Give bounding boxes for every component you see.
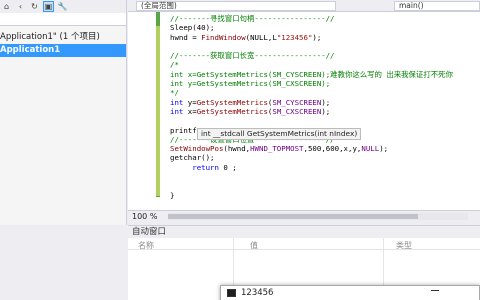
- code-token: );: [321, 106, 331, 116]
- code-token: NULL: [361, 144, 380, 154]
- code-token: Sleep(40);: [170, 23, 215, 33]
- code-token: ,500,600,x,y,: [303, 144, 362, 154]
- properties-icon[interactable]: 🔧: [57, 1, 68, 12]
- code-line[interactable]: /*: [170, 60, 453, 69]
- editor-margin: [128, 12, 164, 210]
- code-token: }: [170, 190, 175, 200]
- zoom-level[interactable]: 100 %: [132, 212, 157, 221]
- code-line[interactable]: int x=GetSystemMetrics(SM_CYSCREEN);难教你这…: [170, 70, 453, 79]
- code-token: int: [170, 97, 184, 107]
- code-line[interactable]: hwnd = FindWindow(NULL,L"123456");: [170, 33, 453, 42]
- code-line[interactable]: [170, 42, 453, 51]
- code-token: int y=GetSystemMetrics(SM_CXSCREEN);: [170, 79, 331, 89]
- solution-explorer-toolbar: ⌂ ‹ ↻ ▣ 🔧: [0, 0, 126, 13]
- code-token: SM_CYSCREEN: [272, 97, 322, 107]
- code-token: GetSystemMetrics: [196, 106, 268, 116]
- console-title: 123456: [241, 288, 274, 298]
- code-token: int: [170, 106, 184, 116]
- code-token: HWND_TOPMOST: [250, 144, 304, 154]
- code-line[interactable]: }: [170, 191, 453, 200]
- code-token: );: [312, 32, 322, 42]
- refresh-icon[interactable]: ↻: [29, 1, 40, 12]
- code-token: */: [170, 88, 179, 98]
- code-token: "123456": [276, 32, 313, 42]
- code-token: y=: [183, 97, 197, 107]
- code-token: SetWindowPos: [170, 144, 224, 154]
- code-line[interactable]: //-------获取窗口长宽----------------//: [170, 51, 453, 60]
- code-token: );: [321, 97, 331, 107]
- code-token: x=: [183, 106, 197, 116]
- code-token: 0 ;: [218, 162, 237, 172]
- autos-panel-title: 自动窗口: [128, 226, 480, 238]
- code-token: return: [192, 162, 219, 172]
- back-icon[interactable]: ‹: [15, 1, 26, 12]
- code-token: /*: [170, 60, 179, 70]
- code-line[interactable]: int y=GetSystemMetrics(SM_CYSCREEN);: [170, 98, 453, 107]
- code-line[interactable]: int y=GetSystemMetrics(SM_CXSCREEN);: [170, 79, 453, 88]
- code-line[interactable]: //-------寻找窗口句柄----------------//: [170, 14, 453, 23]
- code-token: );: [379, 144, 389, 154]
- code-editor[interactable]: (全局范围) main() //-------寻找窗口句柄-----------…: [128, 0, 480, 210]
- code-token: //-------获取窗口长宽----------------//: [170, 51, 335, 61]
- horizontal-scrollbar[interactable]: [168, 213, 468, 220]
- column-header-type[interactable]: 类型: [396, 240, 412, 251]
- code-text[interactable]: //-------寻找窗口句柄----------------//Sleep(4…: [170, 14, 453, 200]
- editor-navigation-bar: (全局范围) main(): [128, 0, 480, 12]
- solution-explorer: ⌂ ‹ ↻ ▣ 🔧 Application1" (1 个项目) Applicat…: [0, 0, 127, 225]
- code-token: //-------寻找窗口句柄----------------//: [170, 14, 335, 23]
- console-window[interactable]: 123456: [220, 285, 480, 300]
- code-token: int x=GetSystemMetrics(SM_CYSCREEN);难教你这…: [170, 69, 453, 79]
- scrollbar-thumb[interactable]: [168, 214, 418, 219]
- code-line[interactable]: return 0 ;: [170, 163, 453, 172]
- code-line[interactable]: int x=GetSystemMetrics(SM_CXSCREEN);: [170, 107, 453, 116]
- autos-column-headers: 名称 值 类型: [128, 238, 480, 250]
- minimize-icon[interactable]: [431, 290, 439, 291]
- solution-node[interactable]: Application1" (1 个项目): [0, 31, 126, 44]
- column-header-name[interactable]: 名称: [138, 240, 154, 251]
- column-header-value[interactable]: 值: [250, 240, 258, 251]
- editor-status-bar: 100 %: [128, 210, 480, 222]
- member-dropdown[interactable]: main(): [394, 1, 480, 11]
- code-line[interactable]: */: [170, 88, 453, 97]
- code-line[interactable]: [170, 116, 453, 125]
- quickinfo-tooltip: int __stdcall GetSystemMetrics(int nInde…: [197, 128, 362, 140]
- code-line[interactable]: [170, 181, 453, 190]
- unsaved-change-bar: [156, 26, 160, 196]
- project-node[interactable]: Application1: [0, 44, 126, 57]
- console-title-bar[interactable]: 123456: [221, 286, 479, 300]
- code-token: printf: [170, 125, 197, 135]
- code-token: GetSystemMetrics: [196, 97, 268, 107]
- code-line[interactable]: getchar();: [170, 153, 453, 162]
- code-token: hwnd =: [170, 32, 202, 42]
- solution-search-input[interactable]: [0, 13, 126, 26]
- code-token: FindWindow: [201, 32, 246, 42]
- code-token: getchar();: [170, 153, 215, 163]
- code-line[interactable]: SetWindowPos(hwnd,HWND_TOPMOST,500,600,x…: [170, 144, 453, 153]
- scope-dropdown[interactable]: (全局范围): [136, 1, 336, 11]
- code-token: SM_CXSCREEN: [272, 106, 322, 116]
- show-all-files-icon[interactable]: ▣: [43, 1, 54, 12]
- code-token: (hwnd,: [223, 144, 251, 154]
- code-line[interactable]: [170, 172, 453, 181]
- home-icon[interactable]: ⌂: [1, 1, 12, 12]
- code-line[interactable]: Sleep(40);: [170, 23, 453, 32]
- console-app-icon: [227, 289, 236, 297]
- code-token: (NULL,L: [245, 32, 277, 42]
